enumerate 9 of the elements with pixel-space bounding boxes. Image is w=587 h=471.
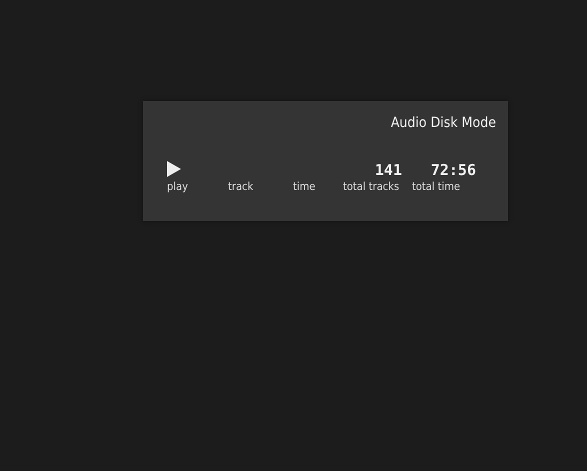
field-label: total tracks <box>343 180 400 193</box>
field-value: 141 <box>374 161 403 179</box>
mode-title: Audio Disk Mode <box>390 115 496 131</box>
field-value: 72:56 <box>430 161 476 179</box>
field-label: track <box>228 180 254 193</box>
field-label: time <box>293 180 316 193</box>
field-label: total time <box>412 180 462 193</box>
field-label: play <box>167 180 189 193</box>
play-icon <box>167 161 181 177</box>
